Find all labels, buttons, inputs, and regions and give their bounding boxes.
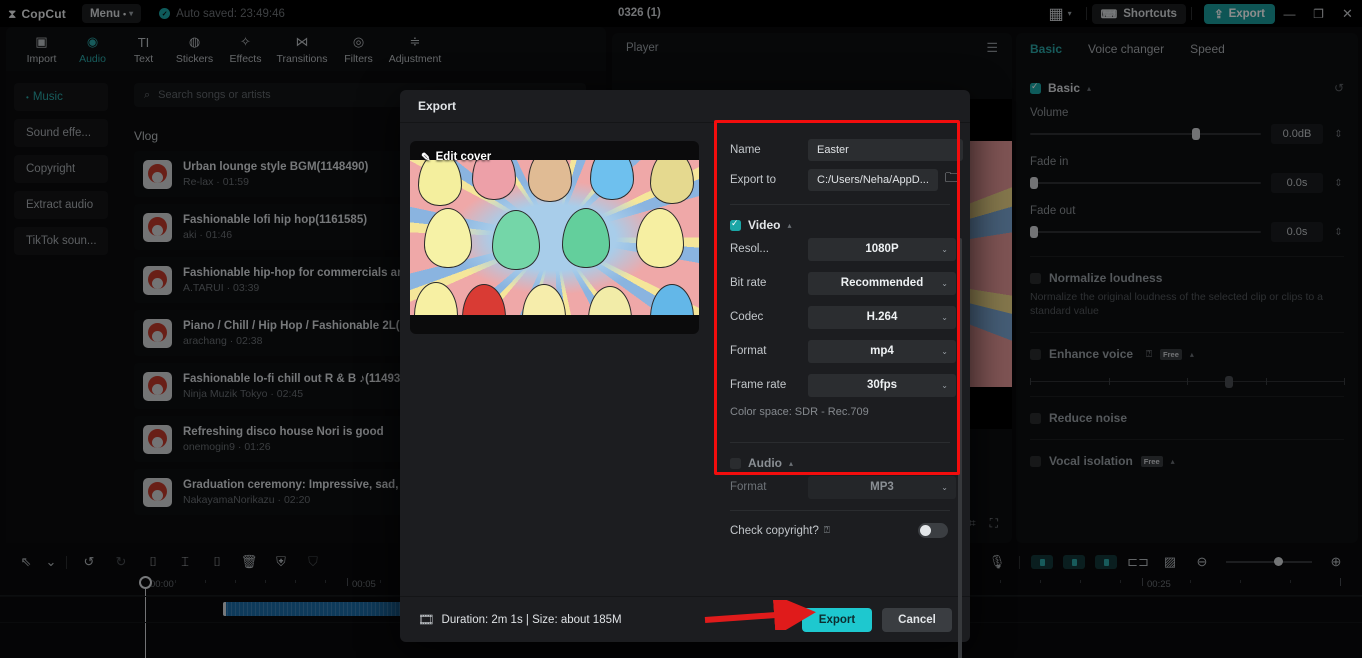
divider (730, 204, 950, 205)
audio-format-value: MP3 (870, 481, 894, 493)
resolution-label: Resol... (730, 243, 769, 255)
framerate-value: 30fps (866, 379, 898, 391)
settings-scrollbar[interactable] (958, 238, 962, 658)
framerate-row: Frame rate 30fps ⌄ (710, 368, 970, 402)
check-copyright-toggle[interactable] (918, 523, 948, 538)
help-icon[interactable]: ⍰ (824, 525, 830, 536)
format-row: Format mp4 ⌄ (710, 334, 970, 368)
framerate-label: Frame rate (730, 379, 787, 391)
framerate-select[interactable]: 30fps ⌄ (808, 373, 956, 397)
audio-format-label: Format (730, 481, 767, 493)
audio-checkbox[interactable] (730, 457, 741, 469)
edit-cover-label: Edit cover (435, 151, 492, 163)
chevron-down-icon: ⌄ (941, 482, 948, 492)
audio-format-select[interactable]: MP3 ⌄ (808, 475, 956, 499)
name-row: Name Easter (710, 135, 970, 165)
check-copyright-row: Check copyright? ⍰ (710, 523, 970, 538)
edit-cover-button[interactable]: ✎ Edit cover (421, 150, 491, 164)
chevron-down-icon: ⌄ (941, 312, 948, 322)
format-label: Format (730, 345, 767, 357)
duration-info: 🎞 Duration: 2m 1s | Size: about 185M (418, 612, 622, 628)
video-section-title: Video (748, 218, 781, 232)
codec-row: Codec H.264 ⌄ (710, 300, 970, 334)
capcut-window: ⧗ CopCut Menu • ▾ ✓ Auto saved: 23:49:46… (0, 0, 1362, 658)
chevron-down-icon: ⌄ (941, 278, 948, 288)
bitrate-value: Recommended (840, 277, 924, 289)
chevron-up-icon[interactable]: ▴ (787, 221, 791, 230)
codec-value: H.264 (866, 311, 898, 323)
color-space-info: Color space: SDR - Rec.709 (730, 406, 869, 418)
cancel-button[interactable]: Cancel (882, 607, 952, 632)
export-dialog: Export ✎ Edit cover Name Easter Export t… (400, 90, 970, 658)
codec-label: Codec (730, 311, 764, 323)
audio-format-row: Format MP3 ⌄ (710, 470, 970, 504)
name-input[interactable]: Easter (808, 139, 963, 161)
bitrate-row: Bit rate Recommended ⌄ (710, 266, 970, 300)
chevron-down-icon: ⌄ (941, 244, 948, 254)
annotation-arrow (704, 600, 816, 630)
codec-select[interactable]: H.264 ⌄ (808, 305, 956, 329)
duration-text: Duration: 2m 1s | Size: about 185M (441, 613, 622, 626)
film-icon: 🎞 (418, 611, 435, 627)
cover-artwork (410, 160, 699, 315)
export-dialog-footer: 🎞 Duration: 2m 1s | Size: about 185M Exp… (400, 596, 970, 642)
resolution-value: 1080P (865, 243, 899, 255)
format-select[interactable]: mp4 ⌄ (808, 339, 956, 363)
divider (730, 510, 950, 511)
chevron-up-icon[interactable]: ▴ (789, 459, 793, 468)
chevron-down-icon: ⌄ (941, 346, 948, 356)
export-to-input[interactable]: C:/Users/Neha/AppD... (808, 169, 938, 191)
footer-buttons: Export Cancel (802, 607, 952, 632)
cover-preview[interactable]: ✎ Edit cover (410, 141, 699, 334)
bitrate-select[interactable]: Recommended ⌄ (808, 271, 956, 295)
format-value: mp4 (870, 345, 894, 357)
chevron-down-icon: ⌄ (941, 380, 948, 390)
name-label: Name (730, 144, 761, 156)
export-dialog-body: ✎ Edit cover Name Easter Export to C:/Us… (400, 123, 970, 658)
bitrate-label: Bit rate (730, 277, 767, 289)
export-to-row: Export to C:/Users/Neha/AppD... 🗀 (710, 165, 970, 195)
divider (730, 442, 950, 443)
audio-section-header: Audio ▴ (710, 456, 970, 470)
export-dialog-header: Export (400, 90, 970, 123)
folder-icon[interactable]: 🗀 (945, 169, 958, 191)
pencil-icon: ✎ (421, 152, 431, 164)
export-settings: Name Easter Export to C:/Users/Neha/AppD… (710, 123, 970, 658)
audio-section-title: Audio (748, 456, 782, 470)
cover-section: ✎ Edit cover (400, 123, 710, 596)
video-checkbox[interactable] (730, 218, 741, 231)
export-dialog-title: Export (418, 99, 457, 113)
resolution-select[interactable]: 1080P ⌄ (808, 237, 956, 261)
video-section-header: Video ▴ (710, 218, 970, 232)
resolution-row: Resol... 1080P ⌄ (710, 232, 970, 266)
export-to-label: Export to (730, 174, 777, 186)
check-copyright-label: Check copyright? (730, 524, 819, 537)
